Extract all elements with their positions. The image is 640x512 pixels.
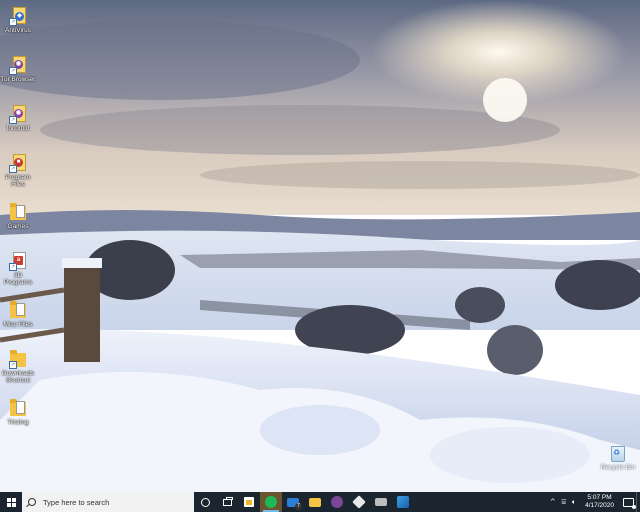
desktop-icon-label: Tristing (7, 419, 29, 426)
search-icon (28, 498, 36, 506)
network-icon[interactable]: ⌸ (559, 498, 569, 507)
desktop-icon-recycle-bin[interactable]: Recycle Bin (598, 446, 638, 471)
photos-icon (397, 496, 409, 508)
folder-icon: ■ ↗ (9, 153, 27, 173)
clock-time: 5:07 PM (587, 494, 612, 501)
desktop-icon-label: Incomid (6, 125, 30, 132)
document-shortcut-icon: a ↗ (9, 251, 27, 271)
taskbar-app-misc[interactable] (370, 492, 392, 512)
desktop-icon-label: 3D Programs (3, 272, 33, 286)
desktop-icon-label: Tor Browser (0, 76, 36, 83)
windows-logo-icon (6, 497, 16, 507)
taskbar-app-cube[interactable] (348, 492, 370, 512)
system-tray: ^ ⌸ 🔈︎ 5:07 PM 4/17/2020 (547, 492, 640, 512)
task-view-icon (222, 496, 233, 506)
folder-icon (9, 398, 27, 418)
desktop-icon-antivirus[interactable]: ◆ ↗ AntiVirus (0, 6, 36, 34)
mail-badge: 7 (295, 503, 302, 510)
folder-icon (9, 202, 27, 222)
tor-browser-icon (331, 496, 343, 508)
recycle-bin-icon (611, 446, 625, 462)
desktop-icon-3d-programs[interactable]: a ↗ 3D Programs (0, 251, 36, 286)
desktop-icon-program-files[interactable]: ■ ↗ Program Files (0, 153, 36, 188)
notification-icon (622, 497, 636, 509)
desktop-icon-label: Downloads Shortcut (1, 370, 35, 384)
desktop-icon-incomid[interactable]: ◉ ↗ Incomid (0, 104, 36, 132)
cortana-button[interactable] (194, 492, 216, 512)
cube-icon (352, 495, 366, 509)
desktop-icon-tristing[interactable]: Tristing (0, 398, 36, 426)
desktop-icon-label: AntiVirus (5, 27, 31, 34)
search-input[interactable] (43, 497, 183, 507)
desktop-icon-label: Recycle Bin (600, 464, 636, 471)
desktop-icon-label: Games (7, 223, 29, 230)
spotify-icon (265, 496, 277, 508)
tor-browser-icon: ◉ ↗ (9, 55, 27, 75)
taskbar: 7 ^ ⌸ 🔈︎ 5:07 PM 4/17/2020 (0, 492, 640, 512)
desktop-icon-games[interactable]: Games (0, 202, 36, 230)
taskbar-app-photos[interactable] (392, 492, 414, 512)
desktop-wallpaper (0, 0, 640, 492)
store-bag-icon (244, 497, 254, 507)
action-center-button[interactable] (620, 492, 636, 512)
desktop-icon-label: Program Files (5, 174, 31, 188)
taskbar-app-spotify[interactable] (260, 492, 282, 512)
task-view-button[interactable] (216, 492, 238, 512)
taskbar-app-store[interactable] (238, 492, 260, 512)
clock-date: 4/17/2020 (585, 502, 614, 509)
taskbar-clock[interactable]: 5:07 PM 4/17/2020 (579, 494, 620, 510)
taskbar-app-tor-browser[interactable] (326, 492, 348, 512)
show-desktop-button[interactable] (636, 492, 640, 512)
folder-icon (309, 497, 321, 507)
folder-icon (9, 300, 27, 320)
desktop-icon-downloads-shortcut[interactable]: ↗ Downloads Shortcut (0, 349, 36, 384)
start-button[interactable] (0, 492, 22, 512)
desktop-icon-tor-browser[interactable]: ◉ ↗ Tor Browser (0, 55, 36, 83)
desktop-icon-misc-files[interactable]: Misc Files (0, 300, 36, 328)
taskbar-app-mail[interactable]: 7 (282, 492, 304, 512)
app-icon (375, 498, 387, 506)
desktop-icon-label: Misc Files (3, 321, 33, 328)
cortana-circle-icon (200, 497, 210, 507)
folder-shortcut-icon: ↗ (9, 349, 27, 369)
antivirus-shortcut-icon: ◆ ↗ (9, 6, 27, 26)
incomid-icon: ◉ ↗ (9, 104, 27, 124)
taskbar-app-file-explorer[interactable] (304, 492, 326, 512)
volume-icon[interactable]: 🔈︎ (569, 498, 579, 507)
tray-overflow-chevron-icon[interactable]: ^ (547, 498, 559, 506)
taskbar-search-box[interactable] (22, 492, 194, 512)
